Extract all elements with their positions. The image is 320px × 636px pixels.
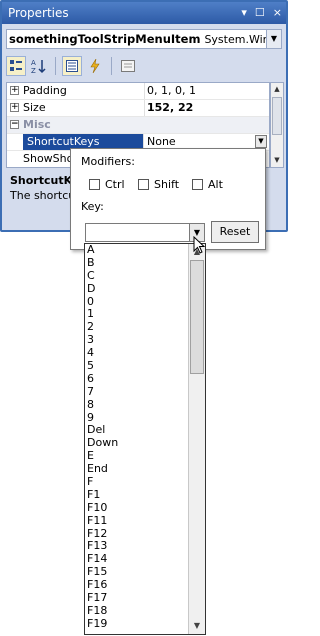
property-row-padding[interactable]: + Padding 0, 1, 0, 1: [7, 83, 269, 100]
key-list-scrollbar[interactable]: ▲ ▼: [188, 244, 205, 634]
key-list-item[interactable]: C: [87, 269, 187, 283]
title-bar: Properties ▾ ☐ ×: [2, 2, 286, 24]
alt-label: Alt: [208, 178, 223, 191]
property-value[interactable]: 0, 1, 0, 1: [147, 83, 196, 99]
key-list-item[interactable]: 6: [87, 372, 187, 386]
key-list-item[interactable]: A: [87, 244, 187, 257]
svg-text:A: A: [31, 59, 36, 67]
key-value: [86, 226, 89, 239]
scrollbar-thumb[interactable]: [190, 260, 204, 374]
key-list-item[interactable]: Down: [87, 436, 187, 450]
expand-plus-icon[interactable]: +: [10, 103, 19, 112]
toolbar-separator: [55, 57, 56, 75]
key-label: Key:: [81, 200, 104, 213]
key-list-item[interactable]: F18: [87, 604, 187, 618]
key-list-item[interactable]: 8: [87, 398, 187, 412]
property-name: Size: [23, 100, 145, 116]
key-list-item[interactable]: 1: [87, 308, 187, 321]
key-list-item[interactable]: End: [87, 462, 187, 476]
ctrl-checkbox[interactable]: Ctrl: [89, 178, 125, 191]
key-list-item[interactable]: 4: [87, 346, 187, 360]
key-combobox[interactable]: ▼: [85, 223, 205, 242]
category-row-misc[interactable]: − Misc: [7, 117, 269, 134]
chevron-down-icon[interactable]: ▼: [266, 30, 281, 48]
window-title: Properties: [8, 6, 69, 20]
checkbox-box[interactable]: [138, 179, 149, 190]
key-list-item[interactable]: F: [87, 475, 187, 489]
key-list-item[interactable]: 5: [87, 359, 187, 373]
maximize-icon[interactable]: ☐: [255, 2, 265, 24]
property-pages-icon[interactable]: [118, 56, 138, 76]
scroll-down-icon[interactable]: ▼: [271, 154, 283, 167]
scroll-down-icon[interactable]: ▼: [189, 618, 205, 634]
object-name: somethingToolStripMenuItem: [9, 32, 201, 46]
window-controls: ▾ ☐ ×: [241, 2, 282, 24]
checkbox-box[interactable]: [89, 179, 100, 190]
key-list-item[interactable]: 2: [87, 320, 187, 334]
alphabetical-sort-icon[interactable]: AZ: [29, 56, 49, 76]
key-list-items: A B C D 0 1 2 3 4 5 6 7 8 9 Del Down E End F F1 F10 F11 F12 F13…: [87, 244, 187, 631]
key-list-item[interactable]: F17: [87, 591, 187, 605]
reset-button[interactable]: Reset: [211, 221, 259, 243]
svg-text:Z: Z: [31, 67, 36, 74]
expand-plus-icon[interactable]: +: [10, 86, 19, 95]
scroll-up-icon[interactable]: ▲: [271, 83, 283, 96]
scrollbar-thumb[interactable]: [272, 97, 282, 135]
key-list-item[interactable]: 0: [87, 295, 187, 309]
category-name: Misc: [23, 118, 51, 131]
dropdown-arrow-icon[interactable]: ▼: [255, 135, 267, 148]
key-list-item[interactable]: F10: [87, 501, 187, 515]
shift-checkbox[interactable]: Shift: [138, 178, 179, 191]
alt-checkbox[interactable]: Alt: [192, 178, 223, 191]
key-list-item[interactable]: F19: [87, 617, 187, 631]
key-list-item[interactable]: F1: [87, 488, 187, 502]
events-lightning-icon[interactable]: [85, 56, 105, 76]
shortcut-keys-editor: Modifiers: Ctrl Shift Alt Key: ▼ Reset: [70, 148, 266, 250]
key-dropdown-list[interactable]: A B C D 0 1 2 3 4 5 6 7 8 9 Del Down E End F F1 F10 F11 F12 F13…: [84, 243, 206, 635]
categorized-icon[interactable]: [6, 56, 26, 76]
object-selector[interactable]: somethingToolStripMenuItemSystem.Windows…: [6, 29, 282, 49]
toolbar-separator: [111, 57, 112, 75]
mouse-pointer-icon: [193, 236, 206, 254]
shift-label: Shift: [154, 178, 180, 191]
key-list-item[interactable]: B: [87, 256, 187, 270]
close-icon[interactable]: ×: [273, 2, 282, 24]
ctrl-label: Ctrl: [105, 178, 125, 191]
collapse-minus-icon[interactable]: −: [10, 120, 19, 129]
toolbar: AZ: [6, 54, 282, 78]
properties-view-icon[interactable]: [62, 56, 82, 76]
modifiers-label: Modifiers:: [81, 155, 135, 168]
key-list-item[interactable]: 3: [87, 333, 187, 347]
property-value[interactable]: 152, 22: [147, 100, 193, 116]
grid-scrollbar[interactable]: ▲ ▼: [270, 82, 284, 168]
pin-icon[interactable]: ▾: [241, 2, 247, 24]
key-list-item[interactable]: 7: [87, 385, 187, 399]
property-name: Padding: [23, 83, 145, 99]
key-list-item[interactable]: D: [87, 282, 187, 296]
key-list-item[interactable]: F11: [87, 514, 187, 528]
checkbox-box[interactable]: [192, 179, 203, 190]
property-row-size[interactable]: + Size 152, 22: [7, 100, 269, 117]
